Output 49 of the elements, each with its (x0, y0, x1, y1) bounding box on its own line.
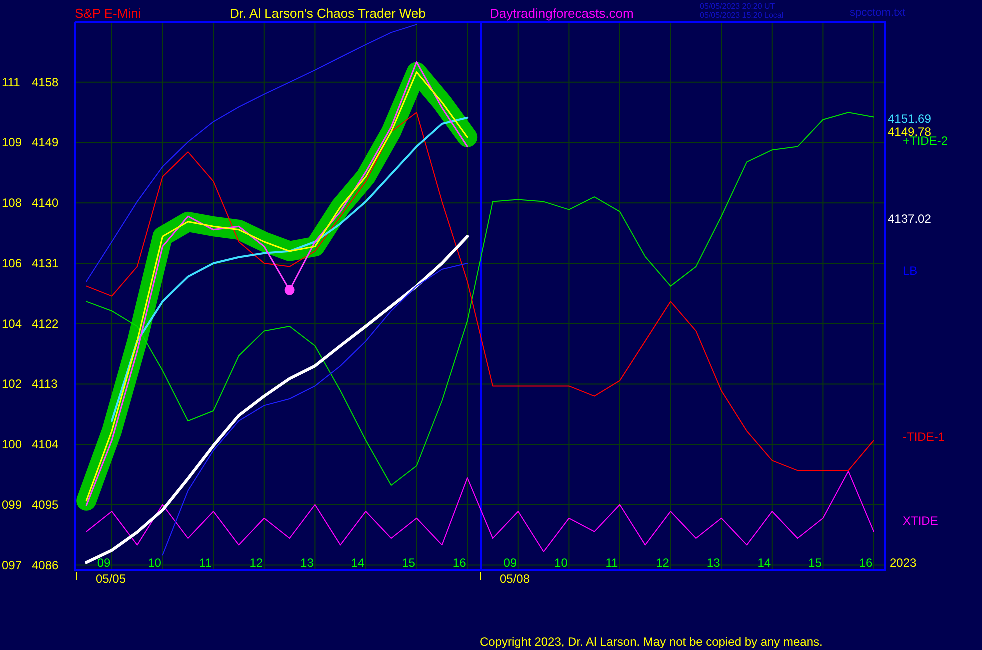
hour-label: 09 (504, 556, 518, 570)
chart-title: Dr. Al Larson's Chaos Trader Web (230, 6, 426, 21)
timestamp-local: 05/05/2023 15:20 Local (700, 11, 784, 20)
hour-label: 13 (706, 556, 720, 570)
axis-price-label: 4113 (32, 377, 58, 392)
series-label: 4151.69 (888, 112, 932, 126)
axis-scale-label: 100 (2, 438, 22, 452)
series-label: -TIDE-1 (903, 430, 945, 444)
axis-scale-label: 102 (2, 377, 22, 392)
date-label: 05/05 (96, 572, 126, 586)
hour-label: 14 (351, 556, 365, 570)
timestamp-ut: 05/05/2023 20:20 UT (700, 2, 776, 11)
hour-label: 12 (656, 556, 670, 570)
hour-label: 10 (148, 556, 162, 570)
year-label: 2023 (890, 556, 917, 570)
axis-price-label: 4140 (32, 196, 59, 210)
axis-price-label: 4122 (32, 316, 59, 331)
hour-label: 12 (250, 556, 264, 570)
axis-scale-label: 099 (2, 498, 22, 512)
series-label: 4137.02 (888, 212, 932, 226)
axis-scale-label: 104 (2, 316, 22, 331)
hour-label: 13 (300, 556, 314, 570)
hour-label: 16 (452, 556, 466, 570)
axis-scale-label: 097 (2, 558, 22, 572)
axis-price-label: 4131 (32, 256, 59, 270)
series-label: XTIDE (903, 514, 938, 528)
chart-symbol: S&P E-Mini (75, 6, 142, 21)
axis-price-label: 4104 (32, 438, 59, 452)
site-name: Daytradingforecasts.com (490, 6, 634, 21)
axis-price-label: 4158 (32, 75, 59, 90)
date-label: 05/08 (500, 572, 530, 586)
file-name: spcctom.txt (850, 7, 906, 19)
axis-scale-label: 111 (2, 75, 20, 90)
hour-label: 15 (402, 556, 416, 570)
axis-scale-label: 109 (2, 136, 22, 150)
hour-label: 15 (808, 556, 822, 570)
hour-label: 14 (758, 556, 772, 570)
series-label: LB (903, 264, 918, 278)
axis-price-label: 4149 (32, 136, 59, 150)
hour-label: 09 (97, 556, 111, 570)
axis-price-label: 4086 (32, 558, 59, 572)
hour-label: 10 (554, 556, 568, 570)
axis-scale-label: 108 (2, 196, 22, 210)
hour-label: 11 (606, 556, 618, 570)
axis-price-label: 4095 (32, 498, 59, 512)
axis-scale-label: 106 (2, 256, 22, 270)
hour-label: 11 (199, 556, 212, 570)
copyright-notice: Copyright 2023, Dr. Al Larson. May not be copied by any means. (480, 635, 823, 649)
hour-label: 16 (859, 556, 873, 570)
